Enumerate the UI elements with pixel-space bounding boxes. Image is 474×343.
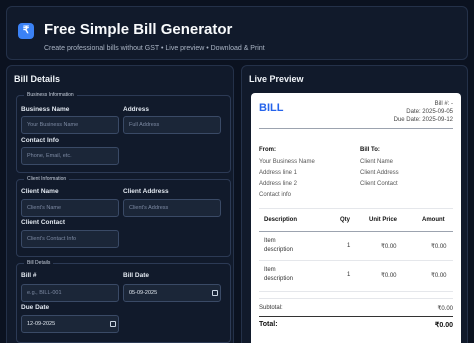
contact-info-input[interactable] [21,147,119,165]
due-date-text: Due Date: 2025-09-12 [393,117,453,123]
bill-heading: BILL [259,102,284,114]
total-value: ₹0.00 [434,322,453,329]
client-address-label: Client Address [123,188,169,195]
live-preview-panel: Live Preview BILL Bill #: - Date: 2025-0… [241,65,468,343]
from-line: Contact info [259,192,292,198]
calendar-icon[interactable] [212,290,218,296]
subtotal-label: Subtotal: [259,305,283,311]
business-name-input[interactable] [21,116,119,134]
address-input[interactable] [123,116,221,134]
client-contact-input[interactable] [21,230,119,248]
due-date-input[interactable] [21,315,119,333]
item-unit-price: ₹0.00 [381,273,397,279]
bill-to-line: Client Name [360,159,394,165]
live-preview-title: Live Preview [249,74,304,84]
table-top-border [259,208,453,209]
bill-details-title: Bill Details [14,74,61,84]
bill-number-input[interactable] [21,284,119,302]
row-divider [259,291,453,292]
from-title: From: [259,147,276,153]
table-header-border [259,231,453,232]
col-unit-price: Unit Price [369,217,398,223]
subtotal-value: ₹0.00 [437,306,454,312]
business-info-section: Business Information Business Name Addre… [16,92,231,173]
item-description: description [264,276,294,282]
total-divider [259,316,453,317]
bill-number-text: Bill #: - [434,101,453,107]
app-subtitle: Create professional bills without GST • … [44,45,265,52]
col-qty: Qty [340,217,351,223]
client-contact-label: Client Contact [21,219,66,226]
item-amount: ₹0.00 [431,244,447,250]
bill-to-line: Client Address [360,170,399,176]
bill-date-input[interactable] [123,284,221,302]
bill-details-panel: Bill Details Business Information Busine… [6,65,234,343]
item-description: Item [264,267,276,273]
item-unit-price: ₹0.00 [381,244,397,250]
client-name-label: Client Name [21,188,59,195]
item-qty: 1 [347,272,351,278]
client-info-legend: Client Information [24,176,70,182]
from-line: Address line 1 [259,170,298,176]
total-label: Total: [259,321,278,328]
col-amount: Amount [422,217,445,223]
from-line: Address line 2 [259,181,298,187]
item-description: description [264,247,294,253]
app-header: ₹ Free Simple Bill Generator Create prof… [6,6,468,60]
business-info-legend: Business Information [24,92,77,98]
item-amount: ₹0.00 [431,273,447,279]
divider [259,128,453,129]
bill-to-title: Bill To: [360,147,380,153]
due-date-label: Due Date [21,304,50,311]
bill-preview-sheet: BILL Bill #: - Date: 2025-09-05 Due Date… [251,93,461,343]
client-name-input[interactable] [21,199,119,217]
bill-info-section: Bill Details Bill # Bill Date Due Date [16,260,231,343]
bill-date-label: Bill Date [123,272,150,279]
client-address-input[interactable] [123,199,221,217]
app-title: Free Simple Bill Generator [44,21,233,38]
bill-date-text: Date: 2025-09-05 [406,109,453,115]
item-qty: 1 [347,243,351,249]
from-line: Your Business Name [259,159,315,165]
bill-number-label: Bill # [21,272,37,279]
address-label: Address [123,106,150,113]
client-info-section: Client Information Client Name Client Ad… [16,176,231,257]
summary-divider [259,298,453,299]
calendar-icon[interactable] [110,321,116,327]
business-name-label: Business Name [21,106,70,113]
bill-to-line: Client Contact [360,181,398,187]
item-description: Item [264,238,276,244]
bill-info-legend: Bill Details [24,260,54,266]
col-description: Description [264,217,298,223]
row-divider [259,260,453,261]
rupee-logo-icon: ₹ [18,23,34,39]
contact-info-label: Contact Info [21,137,59,144]
